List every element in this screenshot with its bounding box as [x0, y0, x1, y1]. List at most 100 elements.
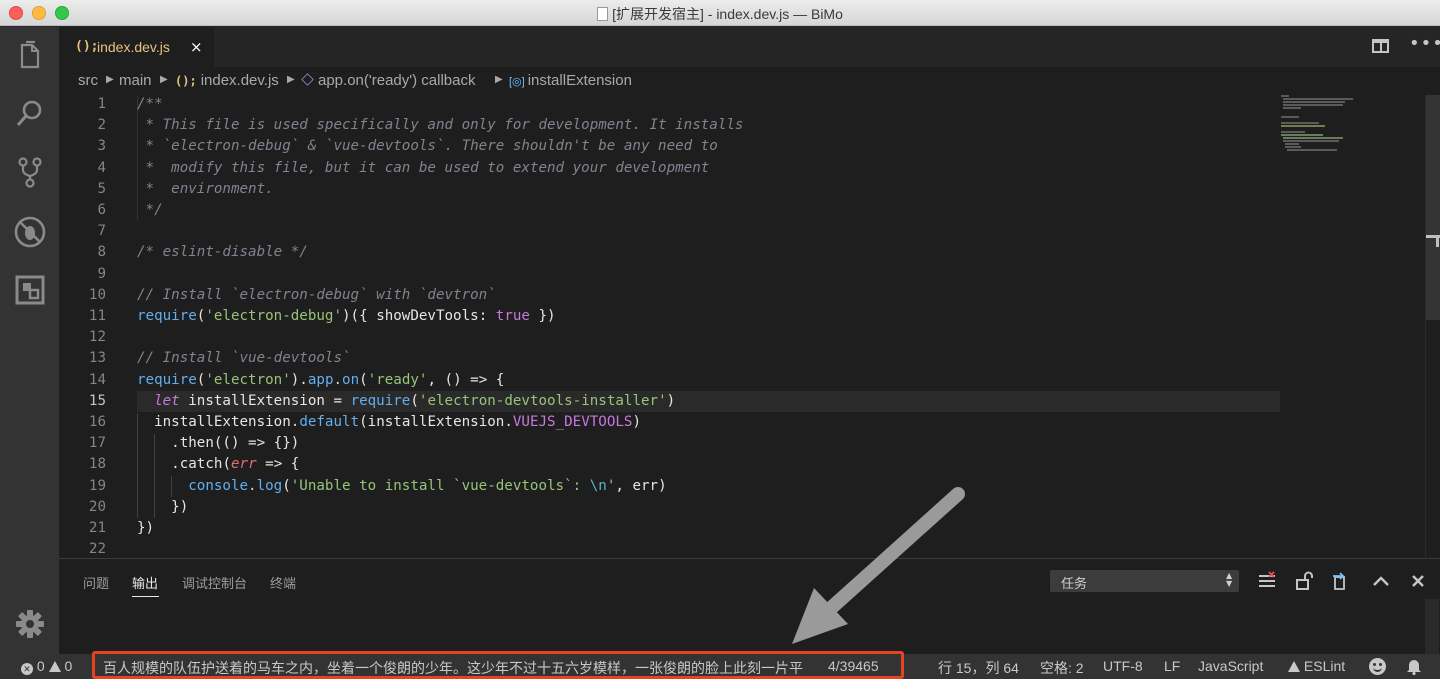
search-icon[interactable] [13, 97, 47, 131]
code-line[interactable]: 11 require('electron-debug')({ showDevToo… [59, 307, 1440, 328]
end-of-line[interactable]: LF [1164, 658, 1180, 674]
clear-output-icon[interactable] [1257, 571, 1277, 591]
code-line[interactable]: 7 [59, 222, 1440, 243]
chevron-right-icon: ▶ [160, 74, 168, 85]
feedback-smiley-icon[interactable] [1369, 658, 1386, 675]
code-line[interactable]: 17 .then(() => {}) [59, 434, 1440, 455]
tab-terminal[interactable]: 终端 [270, 573, 296, 592]
breadcrumb-callback-label: app.on('ready') callback [318, 72, 476, 89]
problems-indicator[interactable]: ✕ 0 0 [21, 658, 72, 675]
code-line[interactable]: 9 [59, 265, 1440, 286]
method-icon [301, 73, 314, 86]
window-title: [扩展开发宿主] - index.dev.js — BiMo [0, 4, 1440, 24]
cursor-position-marker [1436, 235, 1439, 247]
line-number: 6 [97, 202, 106, 218]
more-actions-icon[interactable]: ••• [1409, 33, 1440, 54]
code-line[interactable]: 10 // Install `electron-debug` with `devt… [59, 286, 1440, 307]
code-line[interactable]: 12 [59, 328, 1440, 349]
language-mode[interactable]: JavaScript [1198, 658, 1263, 674]
code-text: // Install `electron-debug` with `devtro… [137, 286, 496, 303]
explorer-icon[interactable] [13, 39, 47, 73]
code-line[interactable]: 8 /* eslint-disable */ [59, 243, 1440, 264]
panel-scrollbar[interactable] [1425, 599, 1439, 655]
code-line[interactable]: 18 .catch(err => { [59, 455, 1440, 476]
line-number: 14 [88, 371, 106, 388]
code-text: require('electron-debug')({ showDevTools… [137, 308, 556, 324]
error-icon: ✕ [21, 663, 33, 675]
breadcrumb-file[interactable]: (); index.dev.js [175, 72, 279, 89]
code-line[interactable]: 6 */ [59, 201, 1440, 222]
code-text: * modify this file, but it can be used t… [137, 159, 710, 176]
code-text: // Install `vue-devtools` [137, 350, 351, 367]
extensions-icon[interactable] [13, 273, 47, 307]
code-line[interactable]: 4 * modify this file, but it can be used… [59, 159, 1440, 180]
chevron-right-icon: ▶ [495, 74, 503, 85]
breadcrumb-src[interactable]: src [78, 72, 98, 89]
eslint-status[interactable]: ESLint [1288, 658, 1345, 674]
code-line[interactable]: 5 * environment. [59, 180, 1440, 201]
open-in-editor-icon[interactable] [1331, 571, 1351, 591]
code-line[interactable]: 2 * This file is used specifically and o… [59, 116, 1440, 137]
tab-debug-console[interactable]: 调试控制台 [182, 573, 247, 592]
code-line[interactable]: 14 require('electron').app.on('ready', ()… [59, 371, 1440, 392]
code-line[interactable]: 21}) [59, 519, 1440, 540]
close-panel-icon[interactable] [1408, 571, 1428, 591]
split-editor-icon[interactable] [1372, 39, 1389, 53]
source-control-icon[interactable] [13, 155, 47, 189]
code-text: .then(() => {}) [137, 435, 300, 452]
line-number: 8 [97, 244, 106, 261]
breadcrumb-callback[interactable]: app.on('ready') callback [301, 72, 476, 89]
code-line[interactable]: 19 console.log('Unable to install `vue-d… [59, 477, 1440, 498]
maximize-panel-icon[interactable] [1371, 571, 1391, 591]
notifications-bell-icon[interactable] [1406, 658, 1422, 675]
lock-scroll-icon[interactable] [1295, 571, 1315, 591]
tab-index-dev-js[interactable]: (); index.dev.js × [59, 27, 214, 67]
code-line[interactable]: 1 /** [59, 95, 1440, 116]
line-number: 18 [88, 456, 106, 473]
breadcrumb-main[interactable]: main [119, 72, 152, 89]
gear-icon[interactable] [14, 608, 46, 640]
warning-icon [1288, 661, 1300, 672]
line-number: 13 [88, 350, 106, 367]
cursor-position[interactable]: 行 15，列 64 [938, 658, 1019, 678]
line-number: 11 [88, 308, 106, 324]
code-text: installExtension.default(installExtensio… [154, 414, 642, 430]
window-title-text: [扩展开发宿主] - index.dev.js — BiMo [612, 6, 843, 22]
tab-close-icon[interactable]: × [190, 38, 203, 56]
line-number: 12 [88, 329, 106, 346]
line-number: 3 [97, 138, 106, 155]
code-line[interactable]: 20 }) [59, 498, 1440, 519]
code-text: .catch(err => { [137, 456, 300, 473]
line-number: 5 [97, 180, 106, 197]
tab-output[interactable]: 输出 [132, 573, 158, 592]
minimap[interactable] [1281, 95, 1371, 155]
code-text: console.log('Unable to install `vue-devt… [188, 477, 667, 494]
debug-icon[interactable] [13, 215, 47, 249]
code-line[interactable]: 15 let installExtension = require('elect… [59, 392, 1440, 413]
code-line[interactable]: 16 installExtension.default(installExten… [59, 413, 1440, 434]
editor-scrollbar-thumb[interactable] [1426, 95, 1440, 320]
code-line[interactable]: 22 [59, 540, 1440, 558]
bottom-panel: 问题 输出 调试控制台 终端 任务 ▲ ▼ [59, 558, 1440, 655]
breadcrumb-variable[interactable]: [◎] installExtension [509, 72, 632, 89]
line-number: 22 [88, 541, 106, 558]
code-text: */ [137, 202, 163, 218]
tab-problems[interactable]: 问题 [83, 573, 109, 592]
annotation-highlight-box [92, 651, 904, 679]
line-number: 15 [88, 392, 106, 409]
encoding[interactable]: UTF-8 [1103, 658, 1143, 674]
code-line[interactable]: 3 * `electron-debug` & `vue-devtools`. T… [59, 137, 1440, 158]
output-channel-value: 任务 [1061, 576, 1088, 591]
line-number: 7 [97, 223, 106, 240]
breadcrumb-file-label: index.dev.js [200, 72, 279, 89]
breadcrumb: src ▶ main ▶ (); index.dev.js ▶ app.on('r… [59, 67, 1440, 95]
variable-icon: [◎] [509, 76, 525, 88]
line-number: 9 [97, 265, 106, 282]
javascript-file-icon: (); [175, 74, 197, 88]
line-number: 2 [97, 117, 106, 134]
indentation[interactable]: 空格: 2 [1040, 658, 1084, 678]
output-channel-select[interactable]: 任务 ▲ ▼ [1050, 570, 1239, 592]
code-text: * environment. [137, 180, 274, 197]
code-line[interactable]: 13 // Install `vue-devtools` [59, 349, 1440, 370]
code-editor[interactable]: 1 /** 2 * This file is used specifically a… [59, 95, 1440, 558]
